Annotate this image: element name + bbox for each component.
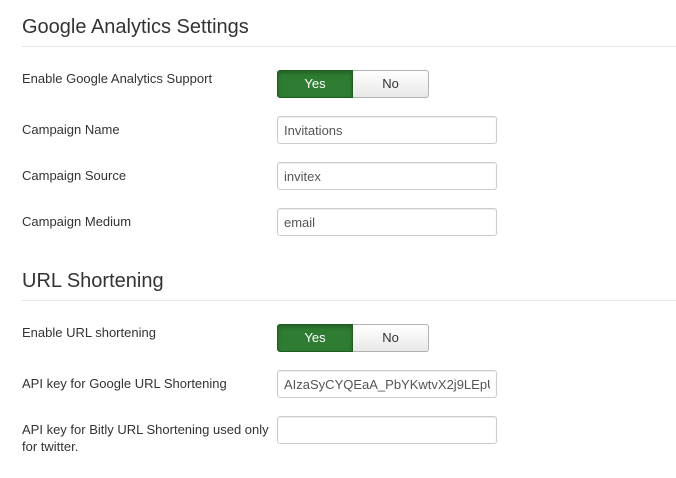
bitly-api-key-label: API key for Bitly URL Shortening used on…: [22, 422, 269, 454]
enable-analytics-yes-button[interactable]: Yes: [277, 70, 353, 98]
campaign-name-input[interactable]: [277, 116, 497, 144]
enable-analytics-toggle: Yes No: [277, 70, 429, 98]
enable-url-shortening-toggle: Yes No: [277, 324, 429, 352]
enable-url-shortening-yes-button[interactable]: Yes: [277, 324, 353, 352]
url-shortening-section-divider: [22, 300, 676, 301]
analytics-section-title: Google Analytics Settings: [22, 16, 249, 38]
campaign-medium-input[interactable]: [277, 208, 497, 236]
campaign-source-input[interactable]: [277, 162, 497, 190]
google-api-key-input[interactable]: [277, 370, 497, 398]
url-shortening-section-title: URL Shortening: [22, 270, 164, 292]
enable-url-shortening-no-button[interactable]: No: [353, 324, 429, 352]
campaign-medium-label: Campaign Medium: [22, 214, 132, 229]
enable-analytics-label: Enable Google Analytics Support: [22, 71, 213, 86]
google-api-key-label: API key for Google URL Shortening: [22, 376, 227, 391]
enable-analytics-no-button[interactable]: No: [353, 70, 429, 98]
campaign-source-label: Campaign Source: [22, 168, 127, 183]
bitly-api-key-input[interactable]: [277, 416, 497, 444]
analytics-section-divider: [22, 46, 676, 47]
enable-url-shortening-label: Enable URL shortening: [22, 325, 156, 340]
campaign-name-label: Campaign Name: [22, 122, 120, 137]
